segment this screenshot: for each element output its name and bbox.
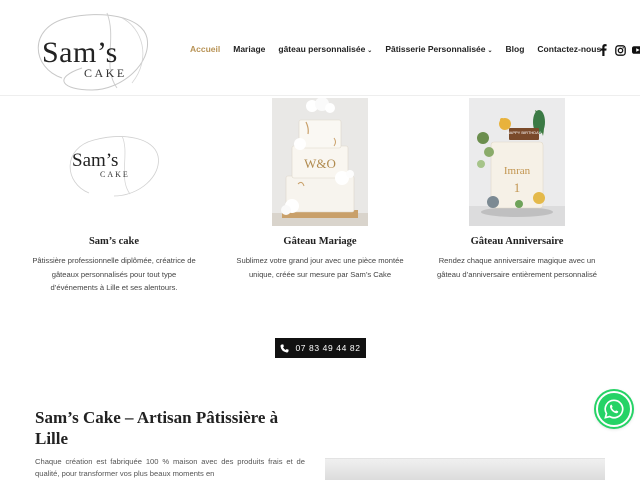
column-text: Sublimez votre grand jour avec une pièce… (236, 256, 404, 279)
birthday-cake-image[interactable]: HAPPY BIRTHDAY Imran 1 (469, 98, 565, 226)
about-text: Chaque création est fabriquée 100 % mais… (35, 457, 305, 478)
about-title: Sam’s Cake – Artisan Pâtissière à Lille (35, 408, 279, 448)
feature-column-sams-cake: Sam’s CAKE Sam’s cake Pâtissière profess… (24, 98, 204, 295)
wedding-cake-image[interactable]: W&O (272, 97, 368, 226)
instagram-icon[interactable] (615, 44, 626, 56)
nav-item-contact[interactable]: Contactez-nous (537, 44, 601, 54)
nav-label: Blog (505, 44, 525, 54)
column-text: Rendez chaque anniversaire magique avec … (437, 256, 597, 279)
phone-number: 07 83 49 44 82 (295, 343, 361, 353)
chevron-down-icon: ⌄ (487, 48, 493, 54)
chevron-down-icon: ⌄ (367, 48, 373, 54)
phone-call-button[interactable]: 07 83 49 44 82 (275, 338, 366, 358)
nav-label: Mariage (233, 44, 266, 54)
column-title: Gâteau Anniversaire (470, 236, 564, 247)
logo-sub: CAKE (84, 66, 127, 80)
logo-sub: CAKE (100, 170, 130, 179)
nav-label: gâteau personnalisée (278, 44, 366, 54)
nav-item-gateau-personnalisee[interactable]: gâteau personnalisée ⌄ (278, 44, 372, 54)
feature-column-anniversaire: HAPPY BIRTHDAY Imran 1 Gâteau Anniversai… (427, 98, 607, 281)
sams-cake-logo-image: Sam’s CAKE (54, 98, 174, 226)
site-logo[interactable]: Sam’s CAKE (22, 8, 172, 94)
social-links (598, 44, 640, 56)
phone-icon (280, 343, 290, 352)
column-text: Pâtissière professionnelle diplômée, cré… (32, 256, 196, 292)
nav-item-blog[interactable]: Blog (506, 44, 525, 54)
nav-label: Accueil (190, 44, 221, 54)
cake-name-text: Imran (504, 165, 531, 177)
nav-item-patisserie-personnalisee[interactable]: Pâtisserie Personnalisée ⌄ (385, 44, 492, 54)
cake-topper-text: W&O (304, 156, 336, 171)
facebook-icon[interactable] (598, 44, 609, 56)
whatsapp-icon (604, 399, 624, 419)
cake-number-text: 1 (514, 180, 521, 195)
youtube-icon[interactable] (632, 44, 640, 56)
nav-item-accueil[interactable]: Accueil (190, 44, 220, 54)
nav-label: Pâtisserie Personnalisée (385, 44, 486, 54)
main-nav: Accueil Mariage gâteau personnalisée ⌄ Pâ… (190, 44, 601, 54)
feature-column-mariage: W&O Gâteau Mariage Sublimez votre grand … (230, 97, 410, 281)
about-image (325, 458, 605, 480)
column-title: Gâteau Mariage (283, 236, 357, 247)
whatsapp-button[interactable] (596, 391, 632, 427)
logo-brand: Sam’s (42, 36, 118, 69)
nav-item-mariage[interactable]: Mariage (233, 44, 265, 54)
happy-birthday-topper: HAPPY BIRTHDAY (507, 130, 542, 135)
site-header: Sam’s CAKE Accueil Mariage gâteau person… (0, 0, 640, 96)
column-title: Sam’s cake (88, 236, 140, 247)
nav-label: Contactez-nous (537, 44, 602, 54)
logo-brand: Sam’s (72, 150, 119, 171)
